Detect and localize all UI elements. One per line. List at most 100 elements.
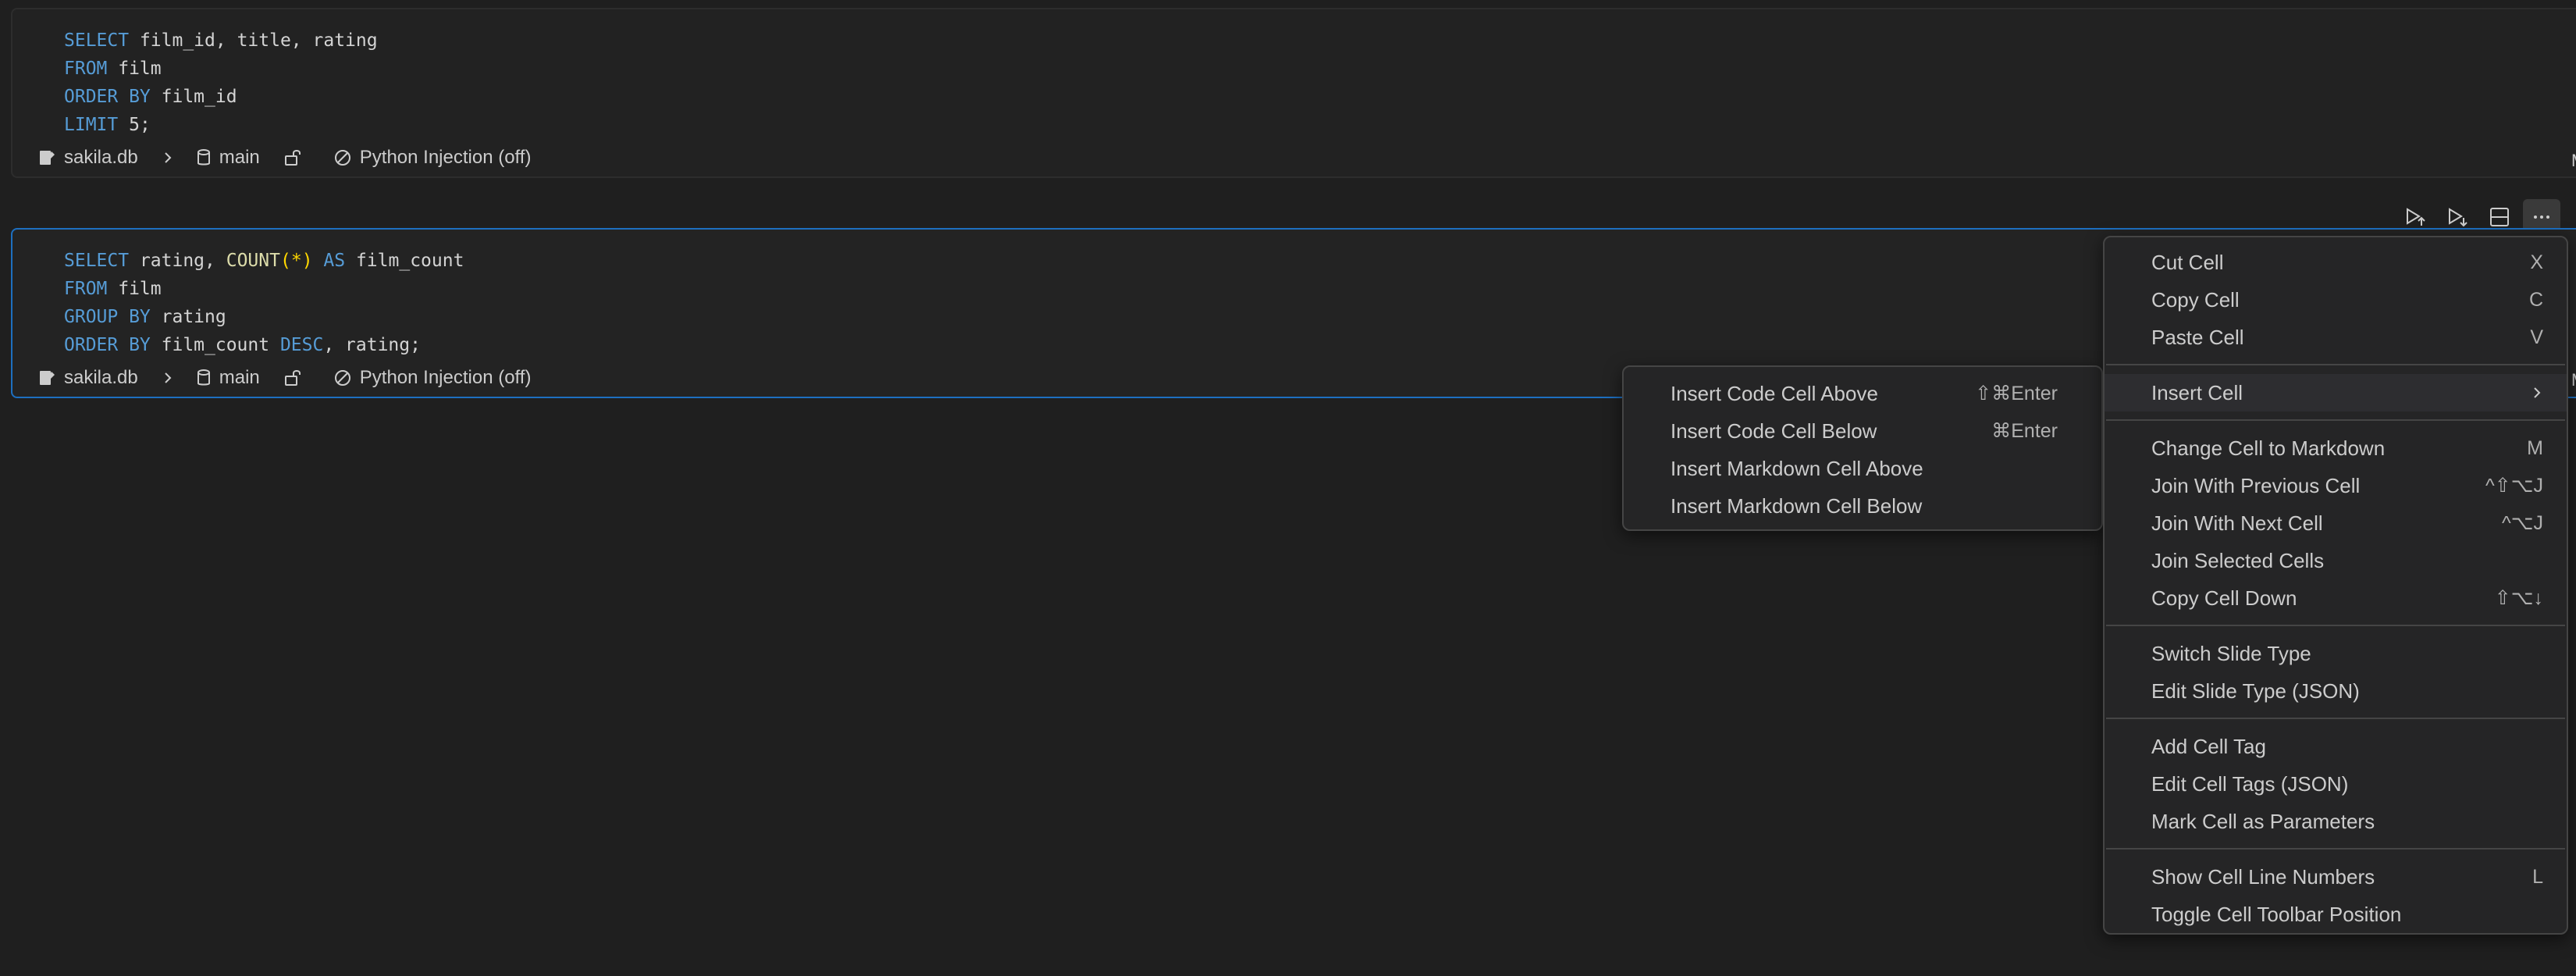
code-token: film: [107, 279, 162, 299]
slash-circle-icon: [334, 150, 350, 166]
python-injection-label: Python Injection (off): [359, 367, 532, 388]
database-selector[interactable]: sakila.db: [37, 367, 138, 389]
menu-separator: [2106, 364, 2565, 365]
sql-keyword: ORDER BY: [64, 87, 151, 107]
notebook-icon: [40, 151, 55, 165]
menu-item-shortcut: ⇧⌥↓: [2494, 587, 2543, 609]
menu-item-add-cell-tag[interactable]: Add Cell Tag: [2105, 728, 2567, 765]
python-injection-toggle[interactable]: Python Injection (off): [333, 147, 532, 169]
menu-item-label: Insert Code Cell Above: [1670, 381, 1878, 405]
schema-name: main: [219, 147, 260, 168]
menu-item-switch-slide-type[interactable]: Switch Slide Type: [2105, 635, 2567, 672]
menu-item-label: Copy Cell: [2151, 287, 2240, 312]
sql-keyword: DESC: [279, 335, 324, 355]
menu-item-label: Insert Cell: [2151, 380, 2243, 404]
sql-keyword: FROM: [64, 279, 108, 299]
menu-item-label: Edit Cell Tags (JSON): [2151, 771, 2349, 796]
menu-item-edit-cell-tags-json[interactable]: Edit Cell Tags (JSON): [2105, 765, 2567, 803]
code-token: rating: [150, 307, 226, 327]
menu-item-insert-code-cell-below[interactable]: Insert Code Cell Below ⌘Enter: [1624, 412, 2101, 450]
readonly-toggle[interactable]: [283, 369, 310, 387]
breadcrumb-separator: [162, 370, 174, 386]
menu-item-toggle-cell-toolbar-position[interactable]: Toggle Cell Toolbar Position: [2105, 896, 2567, 933]
chevron-right-icon: [165, 372, 172, 383]
menu-item-insert-markdown-cell-above[interactable]: Insert Markdown Cell Above: [1624, 450, 2101, 487]
menu-item-join-with-next-cell[interactable]: Join With Next Cell ^⌥J: [2105, 504, 2567, 542]
python-injection-label: Python Injection (off): [359, 147, 532, 168]
menu-item-label: Mark Cell as Parameters: [2151, 809, 2375, 833]
menu-item-label: Insert Markdown Cell Below: [1670, 493, 1923, 518]
menu-separator: [2106, 848, 2565, 850]
cell-2-status-bar: sakila.db main Python Injection (off): [37, 364, 554, 392]
menu-item-label: Change Cell to Markdown: [2151, 436, 2386, 460]
sql-function: COUNT: [226, 251, 280, 271]
menu-item-join-with-previous-cell[interactable]: Join With Previous Cell ^⇧⌥J: [2105, 467, 2567, 504]
database-selector[interactable]: sakila.db: [37, 147, 138, 169]
menu-item-label: Edit Slide Type (JSON): [2151, 679, 2360, 703]
menu-item-label: Paste Cell: [2151, 325, 2244, 349]
code-token: , rating;: [323, 335, 421, 355]
code-token: ): [301, 251, 313, 271]
menu-item-shortcut: ⇧⌘Enter: [1975, 383, 2058, 404]
notebook-icon: [40, 371, 55, 385]
chevron-right-icon: [2534, 387, 2541, 398]
menu-separator: [2106, 718, 2565, 719]
menu-item-cut-cell[interactable]: Cut Cell X: [2105, 244, 2567, 281]
unlock-icon: [284, 370, 301, 386]
menu-item-show-cell-line-numbers[interactable]: Show Cell Line Numbers L: [2105, 858, 2567, 896]
menu-item-label: Join With Next Cell: [2151, 511, 2323, 535]
database-icon: [197, 369, 210, 386]
execute-above-icon: [2407, 208, 2425, 226]
menu-item-shortcut: X: [2530, 251, 2543, 273]
menu-item-join-selected-cells[interactable]: Join Selected Cells: [2105, 542, 2567, 579]
menu-item-change-cell-to-markdown[interactable]: Change Cell to Markdown M: [2105, 429, 2567, 467]
code-cell-1[interactable]: SELECT film_id, title, rating FROM film …: [11, 8, 2576, 178]
menu-item-label: Switch Slide Type: [2151, 641, 2311, 665]
code-token: film_id, title, rating: [129, 30, 378, 51]
menu-item-label: Insert Markdown Cell Above: [1670, 456, 1923, 480]
menu-item-shortcut: V: [2530, 326, 2543, 348]
chevron-right-icon: [165, 152, 172, 163]
sql-keyword: ORDER BY: [64, 335, 151, 355]
menu-item-insert-code-cell-above[interactable]: Insert Code Cell Above ⇧⌘Enter: [1624, 375, 2101, 412]
database-name: sakila.db: [64, 367, 138, 388]
menu-item-copy-cell[interactable]: Copy Cell C: [2105, 281, 2567, 319]
cell-2-focus-indicator: [0, 234, 5, 245]
cell-2-edge-mark: M: [2571, 370, 2576, 387]
code-token: film_count: [345, 251, 464, 271]
python-injection-toggle[interactable]: Python Injection (off): [333, 367, 532, 389]
sql-keyword: LIMIT: [64, 115, 119, 135]
menu-item-label: Add Cell Tag: [2151, 734, 2266, 758]
menu-item-shortcut: ^⇧⌥J: [2485, 475, 2543, 497]
menu-item-shortcut: ^⌥J: [2501, 512, 2543, 534]
menu-item-shortcut: M: [2527, 436, 2543, 459]
menu-item-label: Cut Cell: [2151, 250, 2224, 274]
cell-2-code[interactable]: SELECT rating, COUNT(*) AS film_count FR…: [64, 247, 464, 359]
menu-item-shortcut: C: [2528, 288, 2543, 311]
schema-selector[interactable]: main: [196, 367, 260, 389]
split-cell-icon: [2490, 208, 2509, 226]
cell-1-status-bar: sakila.db main Python Injection (off): [37, 144, 554, 172]
menu-item-label: Insert Code Cell Below: [1670, 419, 1877, 443]
menu-item-mark-cell-as-parameters[interactable]: Mark Cell as Parameters: [2105, 803, 2567, 840]
menu-item-label: Toggle Cell Toolbar Position: [2151, 902, 2402, 926]
database-name: sakila.db: [64, 147, 138, 168]
code-token: 5;: [118, 115, 151, 135]
sql-keyword: SELECT: [64, 251, 130, 271]
menu-separator: [2106, 625, 2565, 626]
menu-item-copy-cell-down[interactable]: Copy Cell Down ⇧⌥↓: [2105, 579, 2567, 617]
more-actions-icon: [2534, 216, 2549, 219]
menu-item-shortcut: ⌘Enter: [1991, 420, 2058, 442]
cell-1-code[interactable]: SELECT film_id, title, rating FROM film …: [64, 27, 378, 139]
menu-item-insert-cell[interactable]: Insert Cell: [2105, 374, 2567, 411]
menu-item-insert-markdown-cell-below[interactable]: Insert Markdown Cell Below: [1624, 487, 2101, 525]
schema-selector[interactable]: main: [196, 147, 260, 169]
menu-item-label: Join With Previous Cell: [2151, 473, 2361, 497]
menu-item-edit-slide-type-json[interactable]: Edit Slide Type (JSON): [2105, 672, 2567, 710]
sql-keyword: AS: [323, 251, 346, 271]
schema-name: main: [219, 367, 260, 388]
readonly-toggle[interactable]: [283, 148, 310, 167]
menu-item-paste-cell[interactable]: Paste Cell V: [2105, 319, 2567, 356]
cell-1-edge-mark: M: [2571, 151, 2576, 168]
